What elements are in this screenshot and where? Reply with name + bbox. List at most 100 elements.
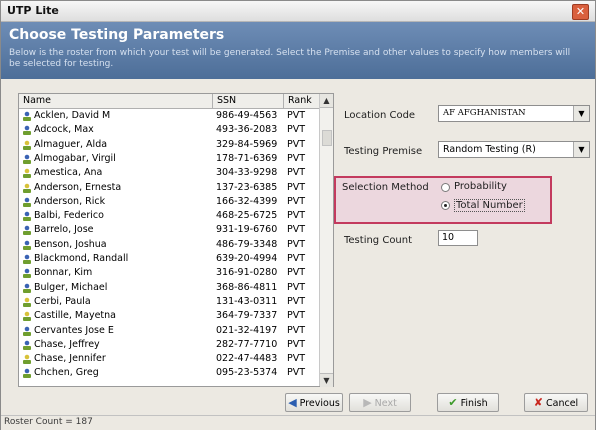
person-icon (22, 211, 32, 222)
cell-ssn: 021-32-4197 (216, 324, 278, 336)
cell-rank: PVT (287, 281, 306, 293)
table-row[interactable]: Amestica, Ana 304-33-9298 PVT (19, 167, 319, 179)
cell-ssn: 639-20-4994 (216, 253, 278, 264)
table-row[interactable]: Anderson, Ernesta 137-23-6385 PVT (19, 182, 319, 194)
cell-ssn: 131-43-0311 (216, 295, 278, 307)
page-description: Below is the roster from which your test… (9, 48, 571, 69)
table-row[interactable]: Almaguer, Alda 329-84-5969 PVT (19, 139, 319, 151)
testing-count-input[interactable]: 10 (438, 230, 478, 246)
cancel-button[interactable]: ✘ Cancel (524, 393, 588, 412)
table-row[interactable]: Chchen, Greg 095-23-5374 PVT (19, 367, 319, 379)
status-bar: Roster Count = 187 (1, 415, 595, 430)
radio-probability[interactable] (441, 183, 450, 192)
chevron-down-icon[interactable]: ▼ (573, 106, 589, 121)
table-body: Acklen, David M 986-49-4563 PVT Adcock, Max… (19, 109, 319, 386)
cell-ssn: 095-23-5374 (216, 367, 278, 379)
person-icon (22, 125, 32, 136)
table-row[interactable]: Adcock, Max 493-36-2083 PVT (19, 124, 319, 136)
person-icon (22, 283, 32, 293)
person-icon (22, 354, 32, 365)
table-row[interactable]: Castille, Mayetna 364-79-7337 PVT (19, 310, 319, 322)
table-row[interactable]: Cerbi, Paula 131-43-0311 PVT (19, 296, 319, 308)
main-window: UTP Lite ✕ Choose Testing Parameters Bel… (0, 0, 596, 430)
table-row[interactable]: Chase, Jeffrey 282-77-7710 PVT (19, 339, 319, 351)
cell-ssn: 468-25-6725 (216, 210, 278, 222)
table-row[interactable]: Cervantes Jose E 021-32-4197 PVT (19, 325, 319, 337)
cell-name: Balbi, Federico (34, 210, 104, 222)
person-icon (22, 225, 32, 236)
person-icon (22, 140, 32, 150)
cell-name: Castille, Mayetna (34, 310, 116, 322)
scroll-up-icon[interactable]: ▲ (320, 94, 333, 108)
table-row[interactable]: Bulger, Michael 368-86-4811 PVT (19, 282, 319, 294)
radio-total-number[interactable] (441, 201, 450, 210)
cell-rank: PVT (287, 295, 306, 307)
column-header-ssn[interactable]: SSN (213, 94, 284, 108)
person-icon (22, 340, 32, 350)
arrow-left-icon: ◀ (288, 396, 297, 409)
table-row[interactable]: Almogabar, Virgil 178-71-6369 PVT (19, 153, 319, 165)
location-code-select[interactable]: AF AFGHANISTAN ▼ (438, 105, 590, 122)
cell-name: Chase, Jennifer (34, 353, 106, 365)
next-button[interactable]: ▶ Next (349, 393, 411, 412)
x-icon: ✘ (533, 396, 544, 409)
cell-ssn: 368-86-4811 (216, 281, 278, 293)
cell-ssn: 282-77-7710 (216, 338, 278, 350)
cell-name: Almaguer, Alda (34, 138, 108, 150)
total-number-option-label[interactable]: Total Number (454, 199, 525, 212)
cell-rank: PVT (287, 267, 306, 279)
cell-ssn: 329-84-5969 (216, 138, 278, 150)
probability-option-label[interactable]: Probability (454, 181, 507, 192)
table-scrollbar[interactable]: ▲ ▼ (319, 94, 333, 387)
location-code-label: Location Code (344, 110, 416, 121)
table-row[interactable]: Bonnar, Kim 316-91-0280 PVT (19, 267, 319, 279)
testing-count-label: Testing Count (344, 235, 413, 246)
table-row[interactable]: Balbi, Federico 468-25-6725 PVT (19, 210, 319, 222)
cell-ssn: 137-23-6385 (216, 181, 278, 193)
cell-name: Acklen, David M (34, 110, 111, 121)
cell-rank: PVT (287, 110, 306, 121)
table-row[interactable]: Anderson, Rick 166-32-4399 PVT (19, 196, 319, 208)
person-icon (22, 154, 32, 164)
testing-premise-value: Random Testing (R) (443, 144, 536, 155)
cell-name: Cervantes Jose E (34, 324, 114, 336)
scroll-down-icon[interactable]: ▼ (320, 373, 333, 387)
arrow-right-icon: ▶ (363, 396, 372, 409)
table-row[interactable]: Acklen, David M 986-49-4563 PVT (19, 110, 319, 122)
cell-ssn: 316-91-0280 (216, 267, 278, 279)
cell-name: Anderson, Ernesta (34, 181, 122, 193)
cell-rank: PVT (287, 124, 306, 136)
finish-button[interactable]: ✔ Finish (437, 393, 499, 412)
cell-name: Chase, Jeffrey (34, 338, 100, 350)
window-title: UTP Lite (7, 4, 59, 17)
person-icon (22, 297, 32, 307)
cell-rank: PVT (287, 324, 306, 336)
person-icon (22, 311, 32, 322)
cell-rank: PVT (287, 253, 306, 264)
cell-name: Almogabar, Virgil (34, 152, 116, 164)
table-row[interactable]: Blackmond, Randall 639-20-4994 PVT (19, 253, 319, 265)
previous-label: Previous (299, 398, 340, 409)
column-header-name[interactable]: Name (19, 94, 213, 108)
cell-name: Chchen, Greg (34, 367, 99, 379)
scroll-thumb[interactable] (322, 130, 332, 146)
table-row[interactable]: Chase, Jennifer 022-47-4483 PVT (19, 353, 319, 365)
testing-premise-select[interactable]: Random Testing (R) ▼ (438, 141, 590, 158)
roster-table: Name SSN Rank Acklen, David M 986-49-4563… (18, 93, 334, 387)
person-icon (22, 326, 32, 336)
cell-ssn: 022-47-4483 (216, 353, 278, 365)
cell-rank: PVT (287, 181, 306, 193)
testing-premise-label: Testing Premise (344, 146, 423, 157)
cell-rank: PVT (287, 152, 306, 164)
table-row[interactable]: Benson, Joshua 486-79-3348 PVT (19, 239, 319, 251)
page-title: Choose Testing Parameters (9, 27, 225, 43)
cell-rank: PVT (287, 367, 306, 379)
previous-button[interactable]: ◀ Previous (285, 393, 343, 412)
roster-count: Roster Count = 187 (4, 417, 93, 427)
chevron-down-icon[interactable]: ▼ (573, 142, 589, 157)
table-row[interactable]: Barrelo, Jose 931-19-6760 PVT (19, 224, 319, 236)
cell-ssn: 986-49-4563 (216, 110, 278, 121)
cell-rank: PVT (287, 195, 306, 207)
close-icon[interactable]: ✕ (572, 4, 589, 20)
column-header-rank[interactable]: Rank (284, 94, 319, 108)
